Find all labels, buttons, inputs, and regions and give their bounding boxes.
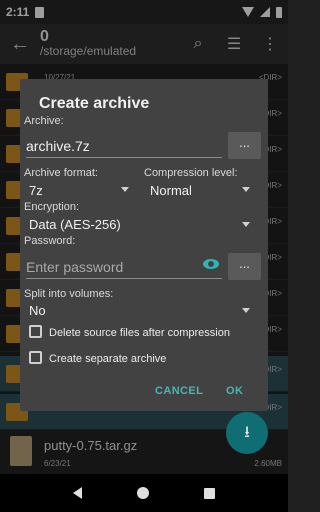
create-archive-dialog: Create archive Archive: archive.7z ... A… [20,79,268,411]
show-password-icon[interactable] [203,259,219,269]
extract-fab-icon[interactable]: ⭳ [226,412,268,454]
format-select[interactable]: 7z [29,183,43,198]
cancel-button[interactable]: CANCEL [155,385,203,397]
split-volumes-label: Split into volumes: [24,288,114,300]
delete-source-checkbox[interactable] [29,325,42,338]
password-field[interactable]: Enter password [26,259,222,279]
nav-home-icon[interactable] [136,487,149,499]
encryption-label: Encryption: [24,201,80,213]
browse-archive-button[interactable]: ... [228,132,261,159]
password-options-button[interactable]: ... [228,253,261,280]
archive-label: Archive: [24,115,64,127]
separate-archive-label[interactable]: Create separate archive [49,353,166,365]
ok-button[interactable]: OK [226,385,243,397]
dialog-title: Create archive [39,95,150,112]
password-label: Password: [24,235,76,247]
system-nav-bar [0,474,288,512]
encryption-select[interactable]: Data (AES-256) [29,217,121,232]
archive-name-field[interactable]: archive.7z [26,138,222,158]
compression-level-select[interactable]: Normal [150,183,192,198]
format-label: Archive format: [24,167,98,179]
format-dropdown-icon[interactable] [121,187,129,192]
compression-dropdown-icon[interactable] [242,187,250,192]
compression-level-label: Compression level: [144,167,238,179]
nav-back-icon[interactable] [73,487,83,499]
split-volumes-select[interactable]: No [29,303,46,318]
delete-source-label[interactable]: Delete source files after compression [49,327,230,339]
encryption-dropdown-icon[interactable] [242,222,250,227]
nav-recents-icon[interactable] [203,487,215,499]
separate-archive-checkbox[interactable] [29,351,42,364]
split-dropdown-icon[interactable] [242,308,250,313]
